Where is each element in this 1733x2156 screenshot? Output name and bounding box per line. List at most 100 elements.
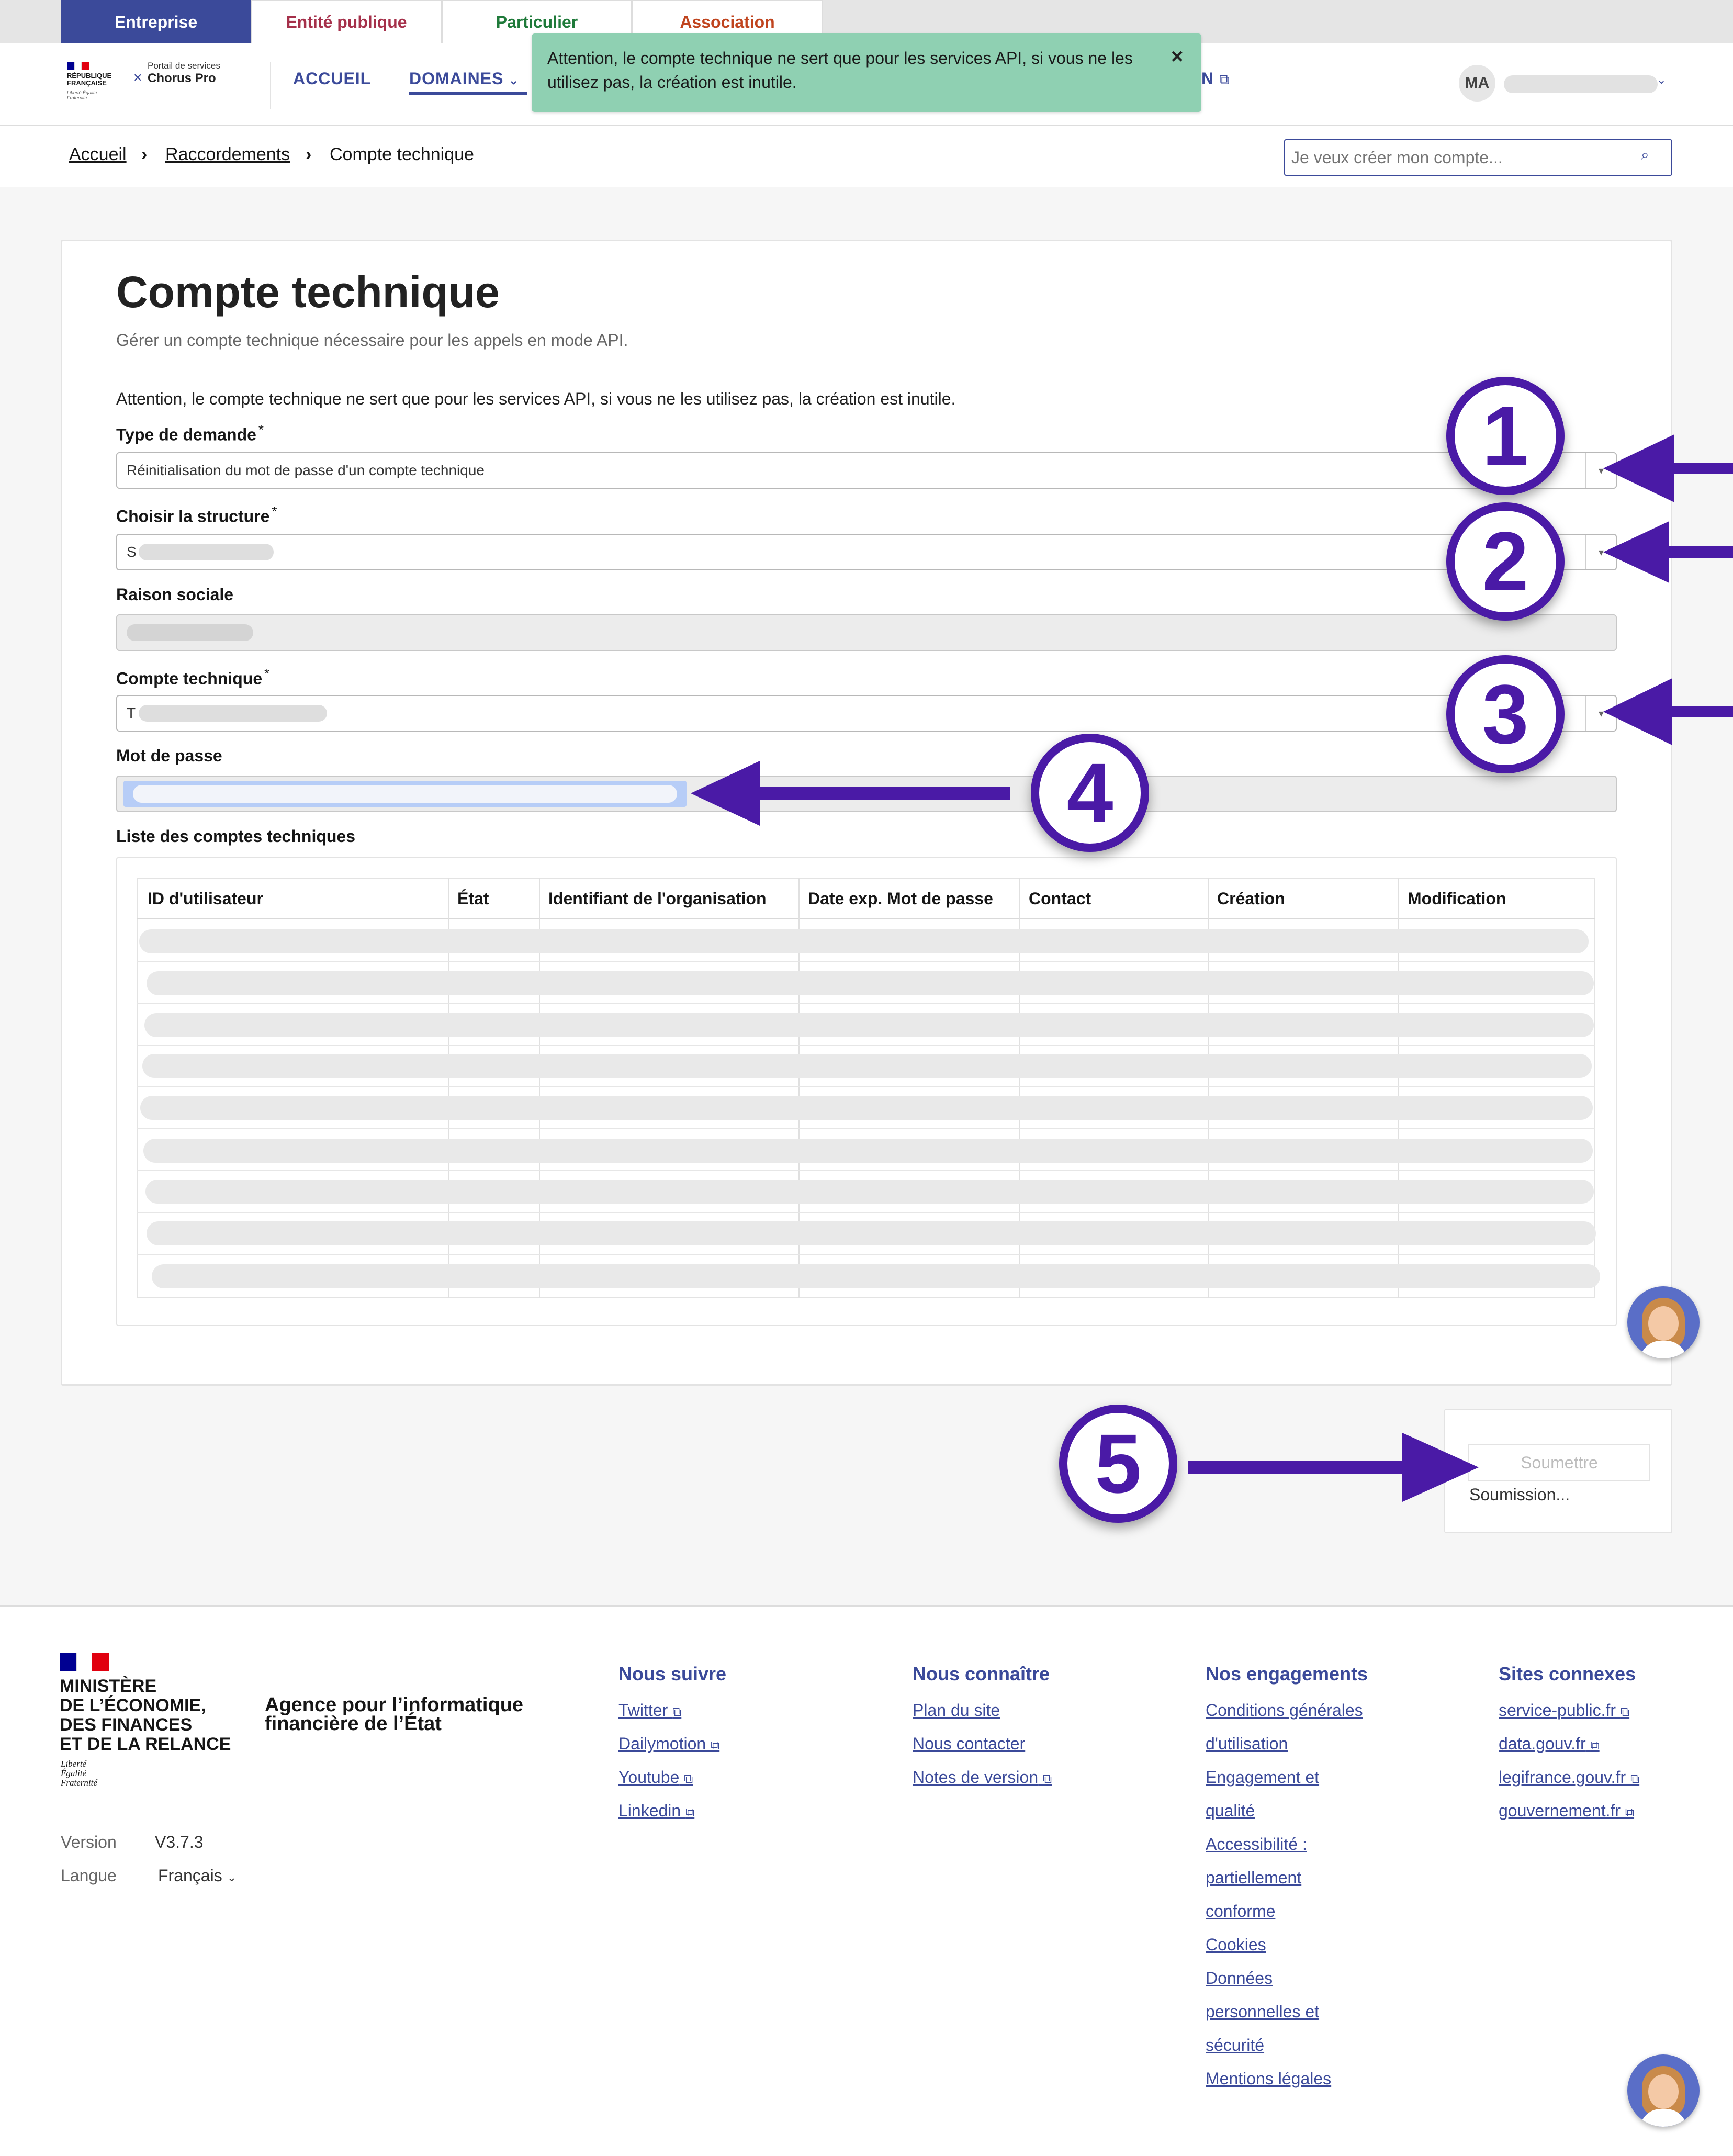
nav-external-partial[interactable]: N ⧉ [1201,69,1230,88]
table-row [137,1086,1595,1087]
external-link-icon: ⧉ [1620,1705,1630,1719]
column-header-etat[interactable]: État [448,878,489,919]
footer-col-nous-suivre-title: Nous suivre [618,1663,727,1685]
close-icon[interactable]: × [1171,45,1183,69]
footer-link-engagement-qualite[interactable]: Engagement et [1206,1768,1319,1787]
user-avatar[interactable]: MA [1459,65,1495,102]
annotation-2: 2 [1446,502,1565,621]
header-divider [270,62,271,109]
footer-link-nous-contacter[interactable]: Nous contacter [913,1734,1025,1754]
footer-link-twitter[interactable]: Twitter ⧉ [618,1701,681,1720]
footer-link-mentions-legales[interactable]: Mentions légales [1206,2069,1331,2088]
footer-link-service-public[interactable]: service-public.fr ⧉ [1499,1701,1629,1720]
chevron-down-icon: ⌄ [227,1871,237,1884]
nav-domaines[interactable]: DOMAINES ⌄ [409,69,519,88]
language-select[interactable]: Français ⌄ [158,1866,237,1885]
portal-label: Portail de services [148,61,220,71]
search-icon[interactable]: ⌕ [1641,147,1649,164]
agency-name: Agence pour l’informatique financière de… [265,1694,524,1735]
chat-assistant-avatar[interactable] [1627,1286,1700,1358]
annotation-4: 4 [1031,734,1149,852]
column-header-creation[interactable]: Création [1208,878,1285,919]
arrow-1-icon [1603,434,1733,502]
page-subtitle: Gérer un compte technique nécessaire pou… [116,331,628,350]
table-row [137,961,1595,962]
external-link-icon: ⧉ [711,1738,720,1753]
external-link-icon: ⧉ [1630,1772,1640,1786]
tab-entreprise[interactable]: Entreprise [61,0,251,43]
footer-link-donnees-personnelles[interactable]: sécurité [1206,2036,1264,2055]
column-header-id[interactable]: ID d'utilisateur [138,878,263,919]
external-link-icon: ⧉ [1043,1772,1052,1786]
compte-technique-select[interactable]: T ▾ [116,695,1617,732]
footer-link-donnees-personnelles[interactable]: personnelles et [1206,2002,1319,2022]
breadcrumb-current: Compte technique [330,144,474,164]
logo-motto: Liberté Égalité Fraternité [67,90,97,100]
raison-sociale-label: Raison sociale [116,585,234,604]
compte-technique-redacted [139,705,328,722]
search-input[interactable] [1291,145,1626,170]
portal-name: Chorus Pro [148,71,216,85]
chevron-down-icon: ⌄ [509,74,519,87]
site-logo[interactable]: RÉPUBLIQUE FRANÇAISE Liberté Égalité Frat… [67,60,240,110]
table-row [137,1128,1595,1129]
footer-col-nos-engagements-title: Nos engagements [1206,1663,1368,1685]
row-redacted [152,1264,1600,1288]
external-link-icon: ⧉ [672,1705,682,1719]
column-header-contact[interactable]: Contact [1019,878,1091,919]
row-redacted [145,1180,1594,1204]
compte-technique-label: Compte technique * [116,666,270,688]
password-redacted [133,785,677,803]
avatar-face [1648,2074,1679,2109]
user-menu-chevron-icon[interactable]: ⌄ [1657,73,1666,87]
column-header-modification[interactable]: Modification [1398,878,1506,919]
footer-link-donnees-personnelles[interactable]: Données [1206,1969,1273,1988]
footer-link-accessibilite[interactable]: conforme [1206,1902,1275,1921]
breadcrumb-parent[interactable]: Raccordements [165,144,290,165]
mot-de-passe-label: Mot de passe [116,746,222,765]
footer-link-cgu[interactable]: Conditions générales [1206,1701,1363,1720]
column-header-organisation[interactable]: Identifiant de l'organisation [539,878,767,919]
annotation-3: 3 [1446,655,1565,773]
submit-button[interactable]: Soumettre [1468,1444,1650,1481]
footer-link-data-gouv[interactable]: data.gouv.fr ⧉ [1499,1734,1600,1754]
avatar-face [1648,1306,1679,1341]
footer-link-plan-du-site[interactable]: Plan du site [913,1701,1000,1720]
table-row [137,1254,1595,1255]
version-value: V3.7.3 [155,1833,204,1851]
external-link-icon: ⧉ [685,1805,695,1820]
footer-link-accessibilite[interactable]: partiellement [1206,1868,1301,1888]
footer-link-notes-de-version[interactable]: Notes de version ⧉ [913,1768,1052,1787]
table-row [137,1170,1595,1171]
submit-status: Soumission... [1469,1485,1570,1504]
footer-link-youtube[interactable]: Youtube ⧉ [618,1768,693,1787]
footer-link-legifrance[interactable]: legifrance.gouv.fr ⧉ [1499,1768,1639,1787]
footer-link-dailymotion[interactable]: Dailymotion ⧉ [618,1734,719,1754]
site-footer [0,1605,1733,2156]
row-redacted [147,1221,1596,1245]
nav-accueil[interactable]: ACCUEIL [293,69,371,88]
breadcrumb-home[interactable]: Accueil [69,144,127,165]
table-row [137,1003,1595,1004]
type-demande-label: Type de demande * [116,422,264,444]
footer-link-gouvernement[interactable]: gouvernement.fr ⧉ [1499,1801,1634,1821]
footer-link-engagement-qualite[interactable]: qualité [1206,1801,1255,1821]
nav-active-indicator [409,92,527,95]
footer-link-cookies[interactable]: Cookies [1206,1935,1266,1955]
row-redacted [144,1013,1594,1037]
structure-select[interactable]: S ▾ [116,534,1617,570]
flag-blue [67,62,74,70]
chat-assistant-avatar[interactable] [1627,2054,1700,2127]
tab-entite-publique[interactable]: Entité publique [251,0,442,43]
footer-link-linkedin[interactable]: Linkedin ⧉ [618,1801,694,1821]
search-box[interactable]: ⌕ [1284,139,1672,176]
type-demande-select[interactable]: Réinitialisation du mot de passe d'un co… [116,452,1617,489]
footer-link-cgu[interactable]: d'utilisation [1206,1734,1288,1754]
user-name-redacted[interactable] [1504,75,1658,93]
ministry-flag [60,1653,109,1671]
page-title: Compte technique [116,267,500,317]
footer-link-accessibilite[interactable]: Accessibilité : [1206,1835,1307,1854]
flag-white [74,62,82,70]
external-link-icon: ⧉ [1219,71,1230,87]
column-header-date-exp[interactable]: Date exp. Mot de passe [798,878,993,919]
